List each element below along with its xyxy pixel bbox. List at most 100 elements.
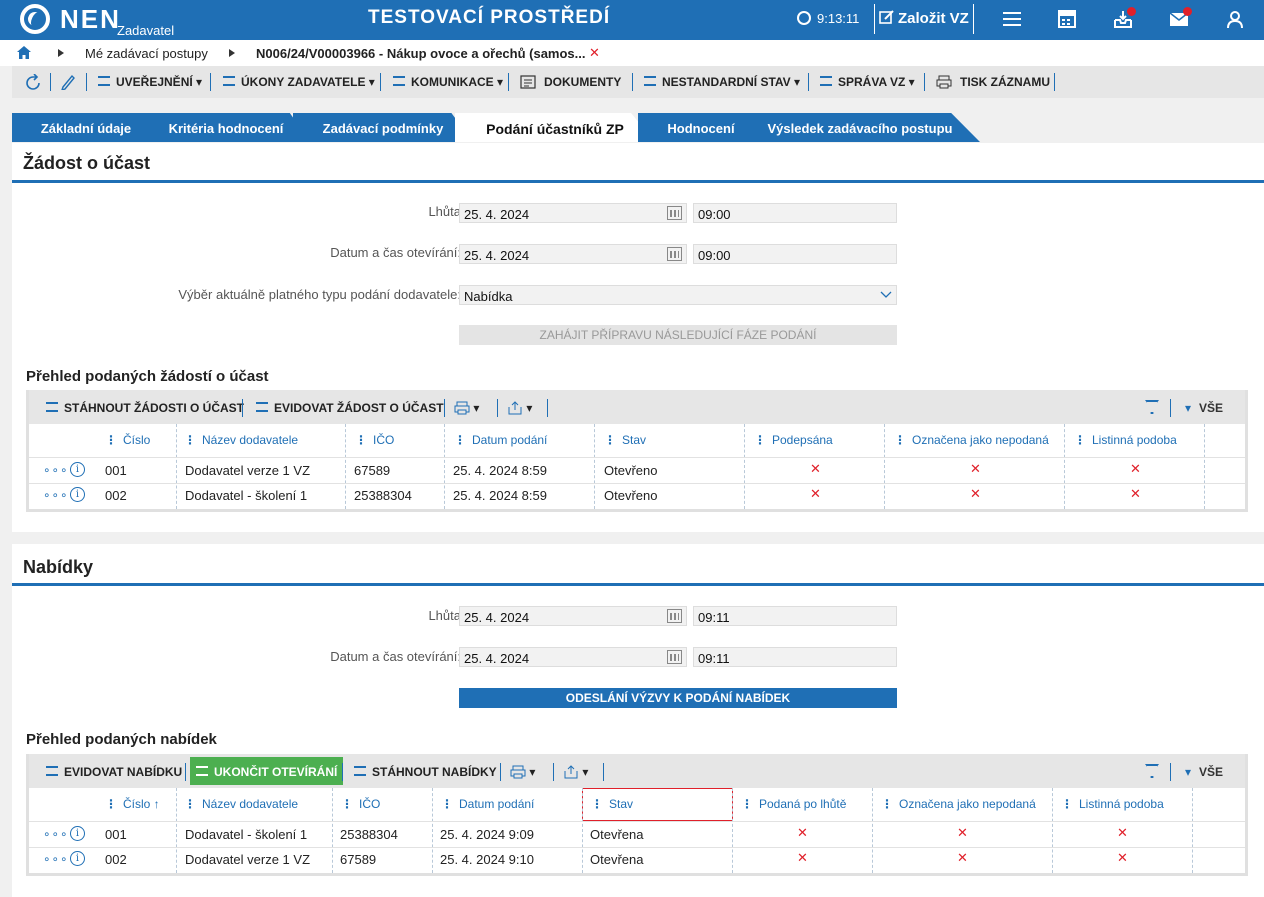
col-listinna-podoba[interactable]: Listinná podoba (1061, 797, 1164, 811)
col-datum-podani[interactable]: Datum podání (441, 797, 534, 811)
toolbar-dokumenty[interactable]: DOKUMENTY (520, 75, 621, 89)
list-icon (644, 76, 656, 86)
cross-icon: ✕ (1117, 825, 1128, 840)
zadost-otevirani-date[interactable]: 25. 4. 2024 (459, 244, 687, 264)
pencil-icon[interactable] (60, 74, 76, 90)
tab-kriteria-hodnoceni[interactable]: Kritéria hodnocení (142, 113, 310, 142)
nabidky-panel: Nabídky Lhůta 25. 4. 2024 09:11 Datum a … (12, 544, 1264, 897)
col-oznacena-nepodana[interactable]: Označena jako nepodaná (881, 797, 1036, 811)
toolbar-komunikace[interactable]: KOMUNIKACE ▾ (393, 75, 503, 89)
zadost-lhuta-label: Lhůta (428, 204, 461, 219)
row-menu-icon[interactable]: ∘∘∘ (43, 488, 69, 502)
clock-icon (797, 11, 811, 25)
row-menu-icon[interactable]: ∘∘∘ (43, 463, 69, 477)
environment-title: TESTOVACÍ PROSTŘEDÍ (368, 7, 611, 28)
info-icon[interactable]: i (70, 826, 85, 841)
col-nazev[interactable]: Název dodavatele (184, 433, 298, 447)
nen-logo-icon[interactable] (20, 4, 50, 34)
col-listinna-podoba[interactable]: Listinná podoba (1074, 433, 1177, 447)
cross-icon: ✕ (957, 850, 968, 865)
toolbar-nestandardni-stav[interactable]: NESTANDARDNÍ STAV ▾ (644, 75, 800, 89)
filter-icon[interactable] (1145, 400, 1159, 414)
grid-print-menu[interactable]: ▾ (454, 401, 479, 415)
tab-podani-ucastniku[interactable]: Podání účastníků ZP (455, 113, 655, 142)
tab-vysledek[interactable]: Výsledek zadávacího postupu (740, 113, 980, 142)
nabidky-otevirani-date[interactable]: 25. 4. 2024 (459, 647, 687, 667)
list-icon (98, 76, 110, 86)
cell-nazev: Dodavatel - školení 1 (185, 827, 308, 842)
evidovat-nabidku-button[interactable]: EVIDOVAT NABÍDKU (46, 765, 182, 779)
zadost-otevirani-time[interactable]: 09:00 (693, 244, 897, 264)
app-logo[interactable]: NEN (60, 4, 121, 35)
export-icon (564, 765, 578, 779)
tab-zadavaci-podminky[interactable]: Zadávací podmínky (293, 113, 473, 142)
user-icon[interactable] (1224, 9, 1246, 29)
zadost-grid-toolbar: STÁHNOUT ŽÁDOSTI O ÚČAST EVIDOVAT ŽÁDOST… (29, 390, 1245, 424)
ukoncit-otevirani-button[interactable]: UKONČIT OTEVÍRÁNÍ (190, 757, 344, 785)
col-ico[interactable]: IČO (355, 433, 394, 447)
col-podana-po-lhute[interactable]: Podaná po lhůtě (741, 797, 846, 811)
row-menu-icon[interactable]: ∘∘∘ (43, 827, 69, 841)
home-icon[interactable] (17, 46, 31, 59)
zadost-prehled-title: Přehled podaných žádostí o účast (26, 368, 269, 385)
breadcrumb-item-my-procedures[interactable]: Mé zadávací postupy (85, 46, 208, 61)
info-icon[interactable]: i (70, 851, 85, 866)
calendar-icon[interactable] (667, 650, 682, 664)
evidovat-zadost-button[interactable]: EVIDOVAT ŽÁDOST O ÚČAST (256, 401, 444, 415)
col-stav[interactable]: Stav (604, 433, 646, 447)
col-cislo[interactable]: Číslo (105, 433, 150, 447)
list-icon (46, 766, 58, 776)
cell-cislo: 001 (105, 827, 127, 842)
info-icon[interactable]: i (70, 462, 85, 477)
zadost-title: Žádost o účast (23, 153, 151, 173)
hamburger-menu-icon[interactable] (1001, 9, 1023, 29)
nabidky-otevirani-time[interactable]: 09:11 (693, 647, 897, 667)
grid-export-menu[interactable]: ▾ (563, 765, 588, 779)
cell-cislo: 001 (105, 463, 127, 478)
refresh-icon[interactable] (24, 74, 42, 92)
calendar-icon[interactable] (667, 206, 682, 220)
grid-export-menu[interactable]: ▾ (507, 401, 532, 415)
calendar-icon[interactable] (667, 247, 682, 261)
col-cislo[interactable]: Číslo ↑ (105, 797, 160, 811)
col-podepsana[interactable]: Podepsána (754, 433, 833, 447)
odeslani-vyzvy-button[interactable]: ODESLÁNÍ VÝZVY K PODÁNÍ NABÍDEK (459, 688, 897, 708)
col-datum-podani[interactable]: Datum podání (454, 433, 547, 447)
calculator-icon[interactable] (1056, 9, 1078, 29)
breadcrumb-item-current[interactable]: N006/24/V00003966 - Nákup ovoce a ořechů… (256, 46, 586, 61)
toolbar-tisk-zaznamu[interactable]: TISK ZÁZNAMU (936, 75, 1050, 89)
main-toolbar: UVEŘEJNĚNÍ ▾ ÚKONY ZADAVATELE ▾ KOMUNIKA… (12, 66, 1264, 98)
col-ico[interactable]: IČO (341, 797, 380, 811)
row-menu-icon[interactable]: ∘∘∘ (43, 852, 69, 866)
info-icon[interactable]: i (70, 487, 85, 502)
list-icon (393, 76, 405, 86)
calendar-icon[interactable] (667, 609, 682, 623)
create-vz-button[interactable]: Založit VZ (874, 4, 974, 34)
toolbar-ukony[interactable]: ÚKONY ZADAVATELE ▾ (223, 75, 375, 89)
zahajit-pripravu-button[interactable]: ZAHÁJIT PŘÍPRAVU NÁSLEDUJÍCÍ FÁZE PODÁNÍ (459, 325, 897, 345)
zadost-lhuta-time[interactable]: 09:00 (693, 203, 897, 223)
filter-icon[interactable] (1145, 764, 1159, 778)
cell-datum: 25. 4. 2024 8:59 (453, 488, 547, 503)
toolbar-sprava-vz[interactable]: SPRÁVA VZ ▾ (820, 75, 915, 89)
zadost-lhuta-date[interactable]: 25. 4. 2024 (459, 203, 687, 223)
grid-view-all[interactable]: ▾ VŠE (1185, 401, 1223, 415)
toolbar-uverejneni[interactable]: UVEŘEJNĚNÍ ▾ (98, 75, 202, 89)
col-nazev[interactable]: Název dodavatele (184, 797, 298, 811)
list-icon (223, 76, 235, 86)
grid-print-menu[interactable]: ▾ (510, 765, 535, 779)
nabidky-prehled-title: Přehled podaných nabídek (26, 731, 217, 748)
cell-datum: 25. 4. 2024 9:09 (440, 827, 534, 842)
col-oznacena-nepodana[interactable]: Označena jako nepodaná (894, 433, 1049, 447)
nabidky-lhuta-time[interactable]: 09:11 (693, 606, 897, 626)
zadost-typ-podani-select[interactable]: Nabídka (459, 285, 897, 305)
close-procedure-icon[interactable]: ✕ (589, 45, 600, 61)
tab-zakladni-udaje[interactable]: Základní údaje (12, 113, 160, 142)
stahnout-zadosti-button[interactable]: STÁHNOUT ŽÁDOSTI O ÚČAST (46, 401, 244, 415)
nabidky-lhuta-date[interactable]: 25. 4. 2024 (459, 606, 687, 626)
session-clock: 9:13:11 (797, 11, 859, 26)
export-icon (508, 401, 522, 415)
cell-nazev: Dodavatel verze 1 VZ (185, 852, 311, 867)
grid-view-all[interactable]: ▾ VŠE (1185, 765, 1223, 779)
stahnout-nabidky-button[interactable]: STÁHNOUT NABÍDKY (354, 765, 497, 779)
